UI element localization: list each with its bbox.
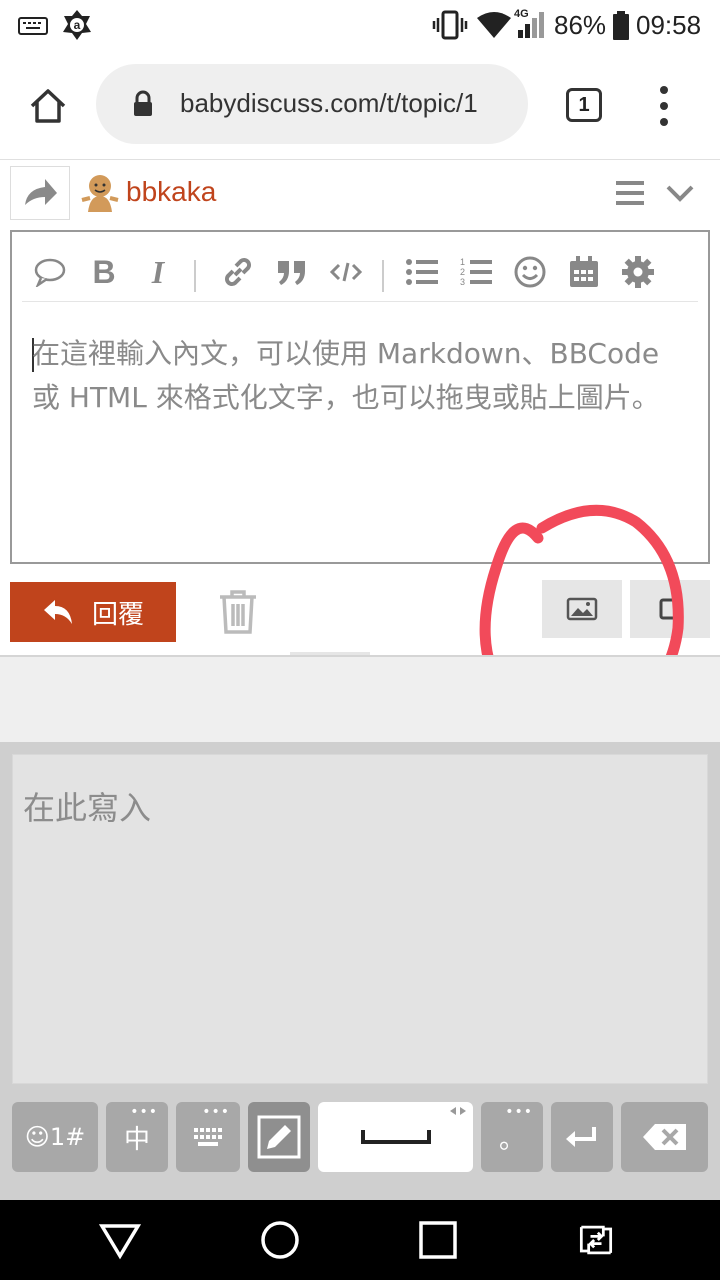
space-bar-icon [360, 1130, 431, 1144]
chevron-down-icon[interactable] [664, 180, 696, 206]
tab-switcher-button[interactable]: 1 [566, 88, 602, 122]
space-key[interactable] [318, 1102, 473, 1172]
avast-app-icon: a [60, 8, 94, 42]
reply-to-button[interactable] [10, 166, 70, 220]
keyboard-layout-key[interactable]: ••• [176, 1102, 240, 1172]
signal-icon [516, 10, 548, 40]
back-icon[interactable] [98, 1218, 142, 1262]
handwriting-input[interactable]: 在此寫入 [12, 754, 708, 1084]
toolbar-divider [382, 260, 384, 292]
recents-icon[interactable] [416, 1218, 460, 1262]
handwriting-placeholder: 在此寫入 [23, 789, 152, 827]
composer-header: bbkaka [0, 160, 720, 230]
cursor-arrows-icon [450, 1107, 466, 1115]
enter-key[interactable] [551, 1102, 613, 1172]
lock-icon [132, 90, 154, 118]
composer-username: bbkaka [126, 176, 217, 207]
keyboard-indicator-icon [18, 14, 48, 38]
trash-icon[interactable] [216, 588, 260, 636]
quote-bubble-icon[interactable] [30, 252, 70, 292]
reply-button[interactable]: 回覆 [10, 582, 176, 642]
editor-toolbar: B I 123 [22, 240, 698, 302]
blockquote-icon[interactable] [272, 252, 312, 292]
calendar-icon[interactable] [564, 252, 604, 292]
home-icon[interactable] [28, 86, 68, 126]
emoji-icon[interactable] [510, 252, 550, 292]
status-bar: a 4G 86% 09:58 [0, 0, 720, 52]
vibrate-icon [432, 10, 468, 40]
svg-text:1: 1 [460, 257, 465, 267]
svg-text:a: a [74, 18, 81, 32]
editor-textarea[interactable]: 在這裡輸入內文，可以使用 Markdown、BBCode 或 HTML 來格式化… [32, 332, 692, 420]
keyboard-icon [194, 1128, 222, 1146]
battery-percent: 86% [554, 10, 607, 40]
language-key[interactable]: ••• 中 [106, 1102, 168, 1172]
composer-menu-icon[interactable] [614, 178, 646, 208]
browser-toolbar: babydiscuss.com/t/topic/1 1 [0, 52, 720, 160]
battery-icon [610, 10, 632, 42]
home-nav-icon[interactable] [258, 1218, 302, 1262]
page-background [0, 657, 720, 742]
toolbar-divider [194, 260, 196, 292]
numbered-list-icon[interactable]: 123 [456, 252, 496, 292]
enter-icon [566, 1127, 596, 1147]
svg-text:3: 3 [460, 277, 465, 287]
avatar [80, 172, 120, 214]
system-navigation-bar [0, 1200, 720, 1280]
backspace-icon [642, 1124, 686, 1150]
url-text: babydiscuss.com/t/topic/1 [180, 88, 478, 118]
keyboard: 在此寫入 ☺1# ••• 中 ••• ••• 。 [0, 742, 720, 1200]
italic-icon[interactable]: I [138, 252, 178, 292]
bold-icon[interactable]: B [84, 252, 124, 292]
gear-icon[interactable] [618, 252, 658, 292]
pencil-icon [257, 1115, 301, 1159]
language-key-label: 中 [123, 1124, 150, 1155]
code-icon[interactable] [326, 252, 366, 292]
reply-arrow-icon [43, 600, 72, 624]
switch-app-icon[interactable] [574, 1218, 618, 1262]
period-key[interactable]: ••• 。 [481, 1102, 543, 1172]
handwriting-key[interactable] [248, 1102, 310, 1172]
backspace-key[interactable] [621, 1102, 708, 1172]
svg-text:2: 2 [460, 267, 465, 277]
wifi-icon [476, 10, 512, 40]
clock: 09:58 [636, 10, 702, 40]
period-key-label: 。 [498, 1124, 525, 1155]
symbols-key[interactable]: ☺1# [12, 1102, 98, 1172]
overflow-menu-icon[interactable] [654, 84, 674, 128]
bullet-list-icon[interactable] [402, 252, 442, 292]
link-icon[interactable] [218, 252, 258, 292]
address-bar[interactable]: babydiscuss.com/t/topic/1 [96, 64, 528, 144]
reply-button-label: 回覆 [91, 599, 144, 630]
